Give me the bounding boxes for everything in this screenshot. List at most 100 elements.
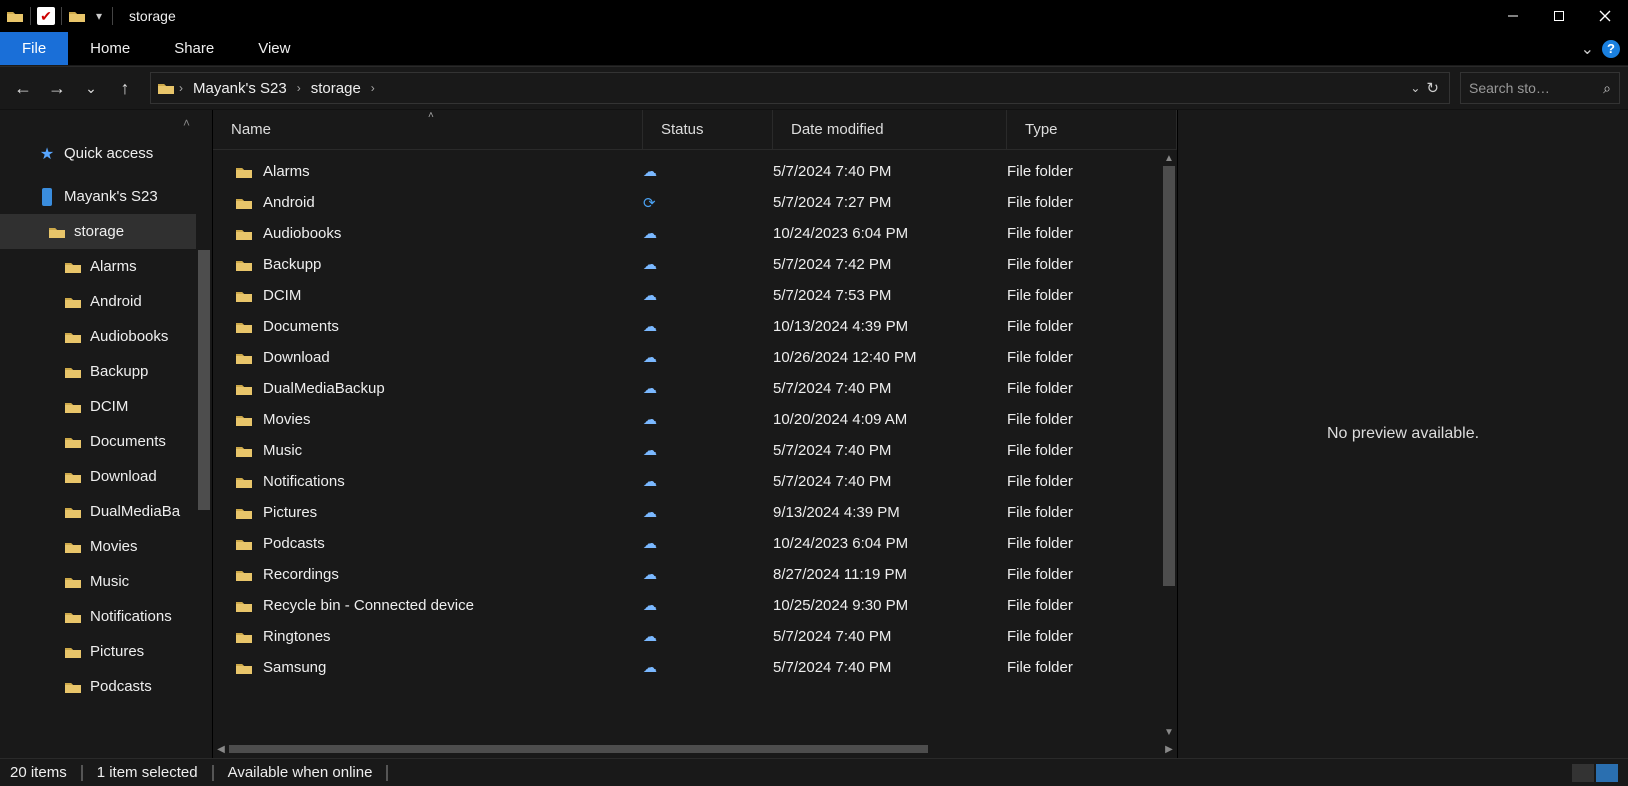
file-date: 5/7/2024 7:40 PM (773, 442, 1007, 459)
home-tab[interactable]: Home (68, 32, 152, 65)
file-row[interactable]: DualMediaBackup☁5/7/2024 7:40 PMFile fol… (213, 373, 1177, 404)
file-type: File folder (1007, 163, 1177, 180)
thumbnails-view-button[interactable] (1596, 764, 1618, 782)
folder-icon (48, 225, 66, 239)
ribbon-expand-icon[interactable]: ⌄ (1581, 39, 1594, 59)
address-dropdown-icon[interactable]: ⌄ (1410, 81, 1420, 95)
sidebar-item[interactable]: DCIM (0, 389, 212, 424)
file-type: File folder (1007, 411, 1177, 428)
recent-locations-button[interactable]: ⌄ (76, 73, 106, 103)
sidebar-item[interactable]: DualMediaBa (0, 494, 212, 529)
file-row[interactable]: Alarms☁5/7/2024 7:40 PMFile folder (213, 156, 1177, 187)
file-row[interactable]: Audiobooks☁10/24/2023 6:04 PMFile folder (213, 218, 1177, 249)
sidebar-item[interactable]: Android (0, 284, 212, 319)
horizontal-scrollbar[interactable]: ◀ ▶ (213, 740, 1177, 758)
sidebar-item[interactable]: Backupp (0, 354, 212, 389)
chevron-up-icon[interactable]: ˄ (183, 116, 190, 130)
file-row[interactable]: Samsung☁5/7/2024 7:40 PMFile folder (213, 652, 1177, 683)
file-row[interactable]: Notifications☁5/7/2024 7:40 PMFile folde… (213, 466, 1177, 497)
file-date: 5/7/2024 7:40 PM (773, 163, 1007, 180)
file-date: 10/20/2024 4:09 AM (773, 411, 1007, 428)
sync-icon: ⟳ (643, 194, 656, 212)
folder-icon (235, 475, 253, 489)
sidebar-item-label: Mayank's S23 (64, 188, 158, 205)
chevron-right-icon[interactable]: › (297, 81, 301, 95)
chevron-right-icon[interactable]: › (371, 81, 375, 95)
folder-icon (235, 444, 253, 458)
file-row[interactable]: Podcasts☁10/24/2023 6:04 PMFile folder (213, 528, 1177, 559)
file-row[interactable]: Movies☁10/20/2024 4:09 AMFile folder (213, 404, 1177, 435)
vertical-scrollbar[interactable]: ▲ ▼ (1161, 150, 1177, 740)
file-type: File folder (1007, 566, 1177, 583)
file-row[interactable]: Ringtones☁5/7/2024 7:40 PMFile folder (213, 621, 1177, 652)
sidebar-item[interactable]: Audiobooks (0, 319, 212, 354)
sidebar-item-label: storage (74, 223, 124, 240)
column-header-status[interactable]: Status (643, 110, 773, 149)
back-button[interactable]: ← (8, 73, 38, 103)
view-tab[interactable]: View (236, 32, 312, 65)
sidebar-item[interactable]: Download (0, 459, 212, 494)
refresh-icon[interactable]: ↻ (1426, 79, 1439, 97)
sidebar-item[interactable]: Alarms (0, 249, 212, 284)
file-date: 5/7/2024 7:40 PM (773, 659, 1007, 676)
cloud-icon: ☁ (643, 225, 657, 242)
folder-icon (235, 227, 253, 241)
file-row[interactable]: DCIM☁5/7/2024 7:53 PMFile folder (213, 280, 1177, 311)
quick-access-dropdown[interactable]: ▾ (92, 9, 106, 23)
file-row[interactable]: Backupp☁5/7/2024 7:42 PMFile folder (213, 249, 1177, 280)
sidebar-item[interactable]: Podcasts (0, 669, 212, 704)
chevron-right-icon[interactable]: › (179, 81, 183, 95)
sidebar-item-label: Quick access (64, 145, 153, 162)
sidebar-item[interactable]: Pictures (0, 634, 212, 669)
details-view-button[interactable] (1572, 764, 1594, 782)
sidebar-item[interactable]: Movies (0, 529, 212, 564)
separator (81, 765, 83, 781)
breadcrumb-item[interactable]: storage (305, 80, 367, 97)
file-row[interactable]: Pictures☁9/13/2024 4:39 PMFile folder (213, 497, 1177, 528)
scroll-left-icon[interactable]: ◀ (213, 744, 229, 755)
scroll-right-icon[interactable]: ▶ (1161, 744, 1177, 755)
search-input[interactable]: Search sto… ⌕ (1460, 72, 1620, 104)
separator (61, 7, 62, 25)
breadcrumb-item[interactable]: Mayank's S23 (187, 80, 293, 97)
sidebar-device[interactable]: Mayank's S23 (0, 179, 212, 214)
forward-button[interactable]: → (42, 73, 72, 103)
file-row[interactable]: Music☁5/7/2024 7:40 PMFile folder (213, 435, 1177, 466)
folder-icon (235, 537, 253, 551)
folder-icon (235, 506, 253, 520)
file-row[interactable]: Recycle bin - Connected device☁10/25/202… (213, 590, 1177, 621)
share-tab[interactable]: Share (152, 32, 236, 65)
scroll-up-icon[interactable]: ▲ (1161, 150, 1177, 166)
address-bar[interactable]: › Mayank's S23 › storage › ⌄ ↻ (150, 72, 1450, 104)
file-row[interactable]: Download☁10/26/2024 12:40 PMFile folder (213, 342, 1177, 373)
folder-icon (235, 196, 253, 210)
sidebar-storage[interactable]: storage (0, 214, 212, 249)
file-type: File folder (1007, 659, 1177, 676)
separator (386, 765, 388, 781)
close-button[interactable] (1582, 0, 1628, 32)
file-type: File folder (1007, 287, 1177, 304)
file-row[interactable]: Android⟳5/7/2024 7:27 PMFile folder (213, 187, 1177, 218)
sidebar-quick-access[interactable]: ★ Quick access (0, 136, 212, 171)
sidebar-item[interactable]: Documents (0, 424, 212, 459)
file-type: File folder (1007, 628, 1177, 645)
file-date: 8/27/2024 11:19 PM (773, 566, 1007, 583)
file-name: Samsung (263, 659, 326, 676)
sidebar-item[interactable]: Notifications (0, 599, 212, 634)
file-row[interactable]: Recordings☁8/27/2024 11:19 PMFile folder (213, 559, 1177, 590)
file-tab[interactable]: File (0, 32, 68, 65)
checklist-icon[interactable]: ✔ (37, 7, 55, 25)
column-header-date[interactable]: Date modified (773, 110, 1007, 149)
up-button[interactable]: ↑ (110, 73, 140, 103)
help-icon[interactable]: ? (1602, 40, 1620, 58)
scroll-down-icon[interactable]: ▼ (1161, 724, 1177, 740)
sidebar-item-label: DualMediaBa (90, 503, 180, 520)
sidebar-item[interactable]: Music (0, 564, 212, 599)
file-row[interactable]: Documents☁10/13/2024 4:39 PMFile folder (213, 311, 1177, 342)
sidebar-scrollbar[interactable] (196, 110, 212, 758)
maximize-button[interactable] (1536, 0, 1582, 32)
minimize-button[interactable] (1490, 0, 1536, 32)
column-header-type[interactable]: Type (1007, 110, 1177, 149)
file-type: File folder (1007, 535, 1177, 552)
file-date: 9/13/2024 4:39 PM (773, 504, 1007, 521)
